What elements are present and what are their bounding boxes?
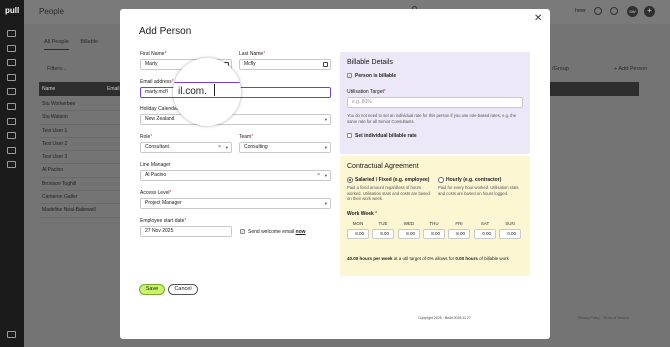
dialog-title: Add Person xyxy=(139,26,192,37)
chevron-down-icon: ▾ xyxy=(324,145,327,150)
day-label-sun: SUN xyxy=(505,221,515,226)
last-name-label: Last Name* xyxy=(239,51,266,57)
inbox-icon[interactable] xyxy=(7,74,16,81)
last-name-field[interactable]: Mcfly xyxy=(239,59,331,70)
clear-icon[interactable]: × xyxy=(218,143,221,152)
start-date-field[interactable]: 27 Nov 2025 xyxy=(140,226,232,237)
holiday-calendar-select[interactable]: New Zealand ▾ xyxy=(140,114,331,125)
holiday-calendar-label: Holiday Calendar xyxy=(140,106,179,112)
edit-icon[interactable] xyxy=(7,118,16,125)
hourly-radio[interactable] xyxy=(438,177,444,183)
bell-icon[interactable] xyxy=(610,7,618,15)
contact-card-icon xyxy=(323,62,328,67)
footer-links[interactable]: Privacy Policy · Terms of Service xyxy=(578,316,629,320)
team-label: Team* xyxy=(239,134,254,140)
add-person-button[interactable]: + Add Person xyxy=(614,66,647,72)
chevron-down-icon: ▾ xyxy=(324,173,327,178)
hours-input-fri[interactable]: 8.00 xyxy=(448,229,470,239)
user-name: heer xyxy=(575,8,587,14)
filters-button[interactable]: Filters... xyxy=(47,66,67,72)
clear-icon[interactable]: × xyxy=(317,171,320,180)
magnified-email-text: il.com. xyxy=(178,86,207,97)
app-logo: pull xyxy=(5,6,20,15)
day-label-mon: MON xyxy=(352,221,364,226)
line-manager-select[interactable]: Al Pacino × ▾ xyxy=(140,170,331,181)
start-date-label: Employee start date* xyxy=(140,218,187,224)
welcome-email-label: Send welcome email now xyxy=(248,229,306,235)
welcome-email-checkbox[interactable]: ✓ xyxy=(240,229,245,234)
hours-input-wed[interactable]: 8.00 xyxy=(398,229,420,239)
page-title: People xyxy=(39,7,64,16)
contract-title: Contractual Agreement xyxy=(347,163,419,170)
line-manager-label: Line Manager xyxy=(140,162,171,168)
reports-icon[interactable] xyxy=(7,103,16,110)
day-label-thu: THU xyxy=(429,221,439,226)
team-select[interactable]: Consulting ▾ xyxy=(239,142,331,153)
search-icon[interactable] xyxy=(7,59,16,66)
utilisation-note: You do not need to set an individual rat… xyxy=(347,113,517,124)
billable-details-panel: Billable Details ✓ Person is billable Ut… xyxy=(340,52,530,154)
chevron-down-icon: ▾ xyxy=(225,145,228,150)
tab-billable[interactable]: Billable xyxy=(80,39,98,45)
utilisation-input[interactable]: e.g. 80% xyxy=(347,97,523,108)
individual-rate-label: Set individual billable rate xyxy=(355,133,417,139)
salaried-note: Paid a fixed amount regardless of hours … xyxy=(347,185,430,201)
magnifier-lens: il.com. xyxy=(173,58,241,126)
work-week-summary: 40.00 hours per week at a util target of… xyxy=(347,256,509,261)
access-level-select[interactable]: Project Manager ▾ xyxy=(140,198,331,209)
save-button[interactable]: Save xyxy=(139,284,165,295)
analytics-icon[interactable] xyxy=(7,88,16,95)
avatar[interactable]: SW xyxy=(627,6,638,17)
person-billable-label: Person is billable xyxy=(355,73,397,79)
contractual-agreement-panel: Contractual Agreement Salaried / Fixed (… xyxy=(340,156,530,276)
hourly-note: Paid for every hour worked. Utilisation … xyxy=(438,185,519,196)
tab-bar: All People Billable xyxy=(44,39,108,50)
building-icon[interactable] xyxy=(7,132,16,139)
tab-all-people[interactable]: All People xyxy=(44,39,69,50)
collapse-icon[interactable] xyxy=(7,331,16,338)
day-label-wed: WED xyxy=(403,221,415,226)
salaried-radio[interactable] xyxy=(347,177,353,183)
add-person-dialog: ✕ Add Person First Name* Marty Last Name… xyxy=(120,9,550,339)
calendar-icon[interactable] xyxy=(7,161,16,168)
hours-input-mon[interactable]: 8.00 xyxy=(347,229,369,239)
close-icon[interactable]: ✕ xyxy=(534,14,542,24)
sidebar: pull xyxy=(0,0,24,347)
hourly-label: Hourly (e.g. contractor) xyxy=(446,177,502,183)
hours-input-sun[interactable]: 0.00 xyxy=(499,229,521,239)
day-label-tue: TUE xyxy=(378,221,388,226)
day-label-fri: FRI xyxy=(455,221,463,226)
people-icon[interactable] xyxy=(7,147,16,154)
now-link[interactable]: now xyxy=(296,229,306,235)
settings-icon[interactable] xyxy=(7,45,16,52)
first-name-label: First Name* xyxy=(140,51,167,57)
add-icon[interactable]: + xyxy=(644,6,655,17)
chevron-down-icon: ▾ xyxy=(324,201,327,206)
hours-input-thu[interactable]: 8.00 xyxy=(423,229,445,239)
chevron-down-icon: ▾ xyxy=(324,117,327,122)
hours-input-tue[interactable]: 8.00 xyxy=(372,229,394,239)
help-icon[interactable] xyxy=(594,7,602,15)
billable-title: Billable Details xyxy=(347,59,393,66)
role-select[interactable]: Consultant × ▾ xyxy=(140,142,232,153)
person-billable-checkbox[interactable]: ✓ xyxy=(347,73,352,78)
salaried-label: Salaried / Fixed (e.g. employee) xyxy=(355,177,430,183)
cancel-button[interactable]: Cancel xyxy=(168,284,198,295)
text-caret xyxy=(214,84,215,96)
email-label: Email address* xyxy=(140,79,174,85)
work-week-label: Work Week * xyxy=(347,211,378,217)
role-label: Role* xyxy=(140,134,153,140)
column-name[interactable]: Name xyxy=(42,86,55,92)
day-label-sat: SAT xyxy=(480,221,490,226)
individual-rate-checkbox[interactable] xyxy=(347,133,352,138)
hours-input-sat[interactable]: 0.00 xyxy=(474,229,496,239)
column-email[interactable]: Email xyxy=(107,86,120,92)
group-button[interactable]: /Group xyxy=(552,66,569,72)
footer-copyright: Copyright 2025 · Build 2025.11.27 xyxy=(418,316,471,320)
home-icon[interactable] xyxy=(7,30,16,37)
utilisation-label: Utilisation Target* xyxy=(347,89,386,95)
access-level-label: Access Level* xyxy=(140,190,172,196)
